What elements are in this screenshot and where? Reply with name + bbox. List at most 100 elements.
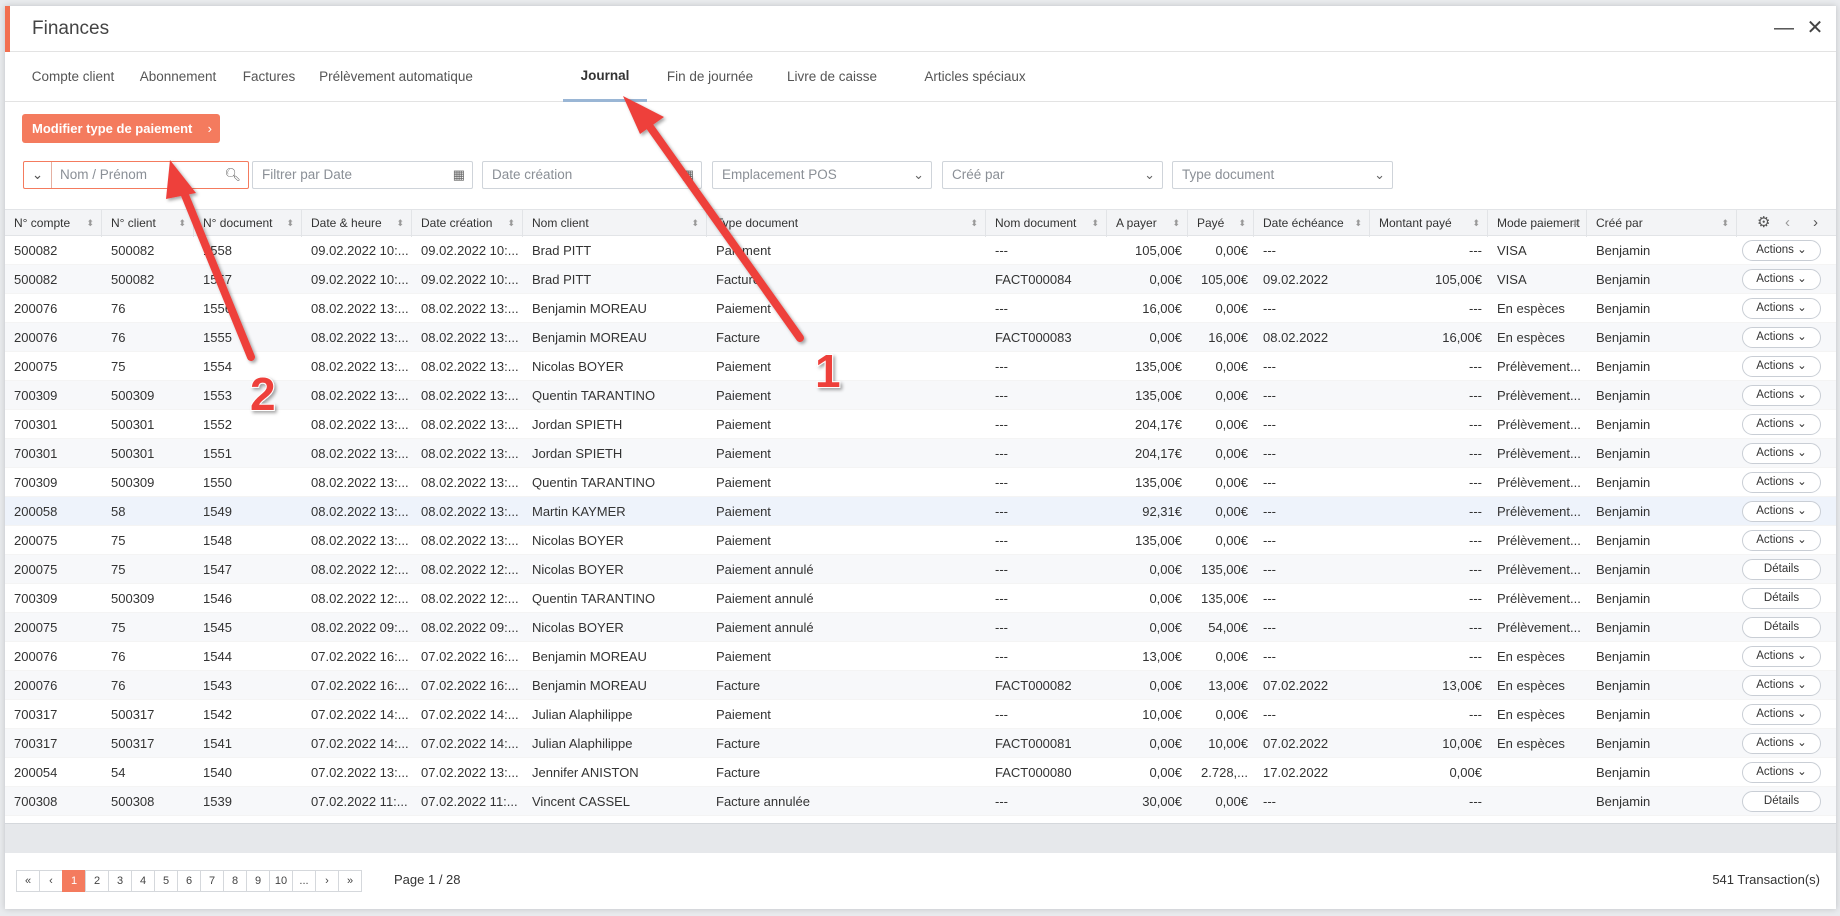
- table-row[interactable]: 200075 75 1547 08.02.2022 12:... 08.02.2022 …: [5, 555, 1836, 584]
- actions-button[interactable]: Actions ⌄: [1742, 472, 1821, 493]
- page-button[interactable]: 7: [200, 870, 224, 892]
- actions-button[interactable]: Actions ⌄: [1742, 269, 1821, 290]
- table-row[interactable]: 200076 76 1544 07.02.2022 16:... 07.02.2022 …: [5, 642, 1836, 671]
- tab-prelevement[interactable]: Prélèvement automatique: [317, 52, 475, 102]
- column-header[interactable]: Payé ⬍: [1188, 210, 1254, 237]
- sort-icon[interactable]: ⬍: [691, 210, 699, 236]
- modify-payment-type-button[interactable]: Modifier type de paiement ›: [22, 114, 220, 143]
- column-header[interactable]: N° client ⬍: [102, 210, 194, 237]
- details-button[interactable]: Détails: [1742, 559, 1821, 580]
- next-page-icon[interactable]: ›: [315, 870, 339, 892]
- sort-icon[interactable]: ⬍: [86, 210, 94, 236]
- sort-icon[interactable]: ⬍: [1172, 210, 1180, 236]
- table-row[interactable]: 200075 75 1545 08.02.2022 09:... 08.02.2022 …: [5, 613, 1836, 642]
- actions-button[interactable]: Actions ⌄: [1742, 704, 1821, 725]
- table-row[interactable]: 700301 500301 1551 08.02.2022 13:... 08.02.2…: [5, 439, 1836, 468]
- column-header[interactable]: Date & heure ⬍: [302, 210, 412, 237]
- minimize-icon[interactable]: —: [1772, 16, 1796, 40]
- column-header[interactable]: Nom client ⬍: [523, 210, 707, 237]
- column-header[interactable]: Créé par ⬍: [1587, 210, 1737, 237]
- created-by-select[interactable]: Créé par ⌄: [942, 161, 1163, 189]
- column-header[interactable]: Montant payé ⬍: [1370, 210, 1488, 237]
- tab-fin-de-journee[interactable]: Fin de journée: [663, 52, 757, 102]
- sort-icon[interactable]: ⬍: [1091, 210, 1099, 236]
- tab-abonnement[interactable]: Abonnement: [135, 52, 221, 102]
- sort-icon[interactable]: ⬍: [178, 210, 186, 236]
- actions-button[interactable]: Actions ⌄: [1742, 327, 1821, 348]
- page-button[interactable]: 9: [246, 870, 270, 892]
- table-row[interactable]: 700309 500309 1553 08.02.2022 13:... 08.02.2…: [5, 381, 1836, 410]
- sort-icon[interactable]: ⬍: [286, 210, 294, 236]
- scroll-right-icon[interactable]: ›: [1813, 214, 1818, 231]
- table-row[interactable]: 200075 75 1548 08.02.2022 13:... 08.02.2022 …: [5, 526, 1836, 555]
- column-header[interactable]: Date création ⬍: [412, 210, 523, 237]
- table-row[interactable]: 700309 500309 1546 08.02.2022 12:... 08.02.2…: [5, 584, 1836, 613]
- table-row[interactable]: 700309 500309 1550 08.02.2022 13:... 08.02.2…: [5, 468, 1836, 497]
- table-row[interactable]: 200058 58 1549 08.02.2022 13:... 08.02.2022 …: [5, 497, 1836, 526]
- actions-button[interactable]: Actions ⌄: [1742, 675, 1821, 696]
- table-row[interactable]: 700308 500308 1539 07.02.2022 11:... 07.02.2…: [5, 787, 1836, 816]
- actions-button[interactable]: Actions ⌄: [1742, 240, 1821, 261]
- previous-page-icon[interactable]: ‹: [39, 870, 63, 892]
- tab-journal[interactable]: Journal: [563, 52, 647, 102]
- creation-date-filter[interactable]: Date création ▦: [482, 161, 702, 189]
- last-page-icon[interactable]: »: [338, 870, 362, 892]
- date-filter[interactable]: Filtrer par Date ▦: [252, 161, 473, 189]
- page-button[interactable]: 6: [177, 870, 201, 892]
- page-button[interactable]: 8: [223, 870, 247, 892]
- document-type-select[interactable]: Type document ⌄: [1172, 161, 1393, 189]
- sort-icon[interactable]: ⬍: [507, 210, 515, 236]
- tab-livre-de-caisse[interactable]: Livre de caisse: [785, 52, 879, 102]
- column-header[interactable]: N° compte ⬍: [5, 210, 102, 237]
- actions-button[interactable]: Actions ⌄: [1742, 414, 1821, 435]
- calendar-icon[interactable]: ▦: [682, 162, 694, 188]
- actions-button[interactable]: Actions ⌄: [1742, 443, 1821, 464]
- table-row[interactable]: 500082 500082 1557 09.02.2022 10:... 09.02.2…: [5, 265, 1836, 294]
- column-header[interactable]: Nom document ⬍: [986, 210, 1107, 237]
- page-button[interactable]: 10: [269, 870, 293, 892]
- column-header[interactable]: Type document ⬍: [707, 210, 986, 237]
- page-button[interactable]: 2: [85, 870, 109, 892]
- actions-button[interactable]: Actions ⌄: [1742, 646, 1821, 667]
- sort-icon[interactable]: ⬍: [1238, 210, 1246, 236]
- actions-button[interactable]: Actions ⌄: [1742, 762, 1821, 783]
- page-button[interactable]: 4: [131, 870, 155, 892]
- actions-button[interactable]: Actions ⌄: [1742, 530, 1821, 551]
- column-header[interactable]: A payer ⬍: [1107, 210, 1188, 237]
- tab-factures[interactable]: Factures: [237, 52, 301, 102]
- scroll-left-icon[interactable]: ‹: [1785, 214, 1790, 231]
- table-row[interactable]: 200076 76 1555 08.02.2022 13:... 08.02.2022 …: [5, 323, 1836, 352]
- tab-compte-client[interactable]: Compte client: [27, 52, 119, 102]
- actions-button[interactable]: Actions ⌄: [1742, 356, 1821, 377]
- actions-button[interactable]: Actions ⌄: [1742, 501, 1821, 522]
- table-row[interactable]: 700317 500317 1541 07.02.2022 14:... 07.02.2…: [5, 729, 1836, 758]
- table-row[interactable]: 500082 500082 1558 09.02.2022 10:... 09.02.2…: [5, 236, 1836, 265]
- close-icon[interactable]: ✕: [1803, 16, 1827, 40]
- horizontal-scrollbar[interactable]: [5, 823, 1836, 853]
- column-header[interactable]: N° document ⬍: [194, 210, 302, 237]
- page-button[interactable]: 1: [62, 870, 86, 892]
- page-button[interactable]: 3: [108, 870, 132, 892]
- sort-icon[interactable]: ⬍: [970, 210, 978, 236]
- table-row[interactable]: 700317 500317 1542 07.02.2022 14:... 07.02.2…: [5, 700, 1836, 729]
- tab-articles-speciaux[interactable]: Articles spéciaux: [917, 52, 1033, 102]
- calendar-icon[interactable]: ▦: [453, 162, 465, 188]
- actions-button[interactable]: Actions ⌄: [1742, 298, 1821, 319]
- sort-icon[interactable]: ⬍: [1571, 210, 1579, 236]
- details-button[interactable]: Détails: [1742, 791, 1821, 812]
- actions-button[interactable]: Actions ⌄: [1742, 733, 1821, 754]
- page-button[interactable]: 5: [154, 870, 178, 892]
- table-row[interactable]: 200076 76 1543 07.02.2022 16:... 07.02.2022 …: [5, 671, 1836, 700]
- column-header[interactable]: Date échéance ⬍: [1254, 210, 1370, 237]
- first-page-icon[interactable]: «: [16, 870, 40, 892]
- search-icon[interactable]: 🔍︎: [224, 162, 241, 188]
- table-row[interactable]: 200075 75 1554 08.02.2022 13:... 08.02.2022 …: [5, 352, 1836, 381]
- column-header[interactable]: Mode paiement ⬍: [1488, 210, 1587, 237]
- chevron-down-icon[interactable]: ⌄: [24, 162, 52, 188]
- sort-icon[interactable]: ⬍: [396, 210, 404, 236]
- actions-button[interactable]: Actions ⌄: [1742, 385, 1821, 406]
- sort-icon[interactable]: ⬍: [1472, 210, 1480, 236]
- gear-icon[interactable]: ⚙: [1757, 213, 1770, 231]
- sort-icon[interactable]: ⬍: [1354, 210, 1362, 236]
- table-row[interactable]: 200076 76 1556 08.02.2022 13:... 08.02.2022 …: [5, 294, 1836, 323]
